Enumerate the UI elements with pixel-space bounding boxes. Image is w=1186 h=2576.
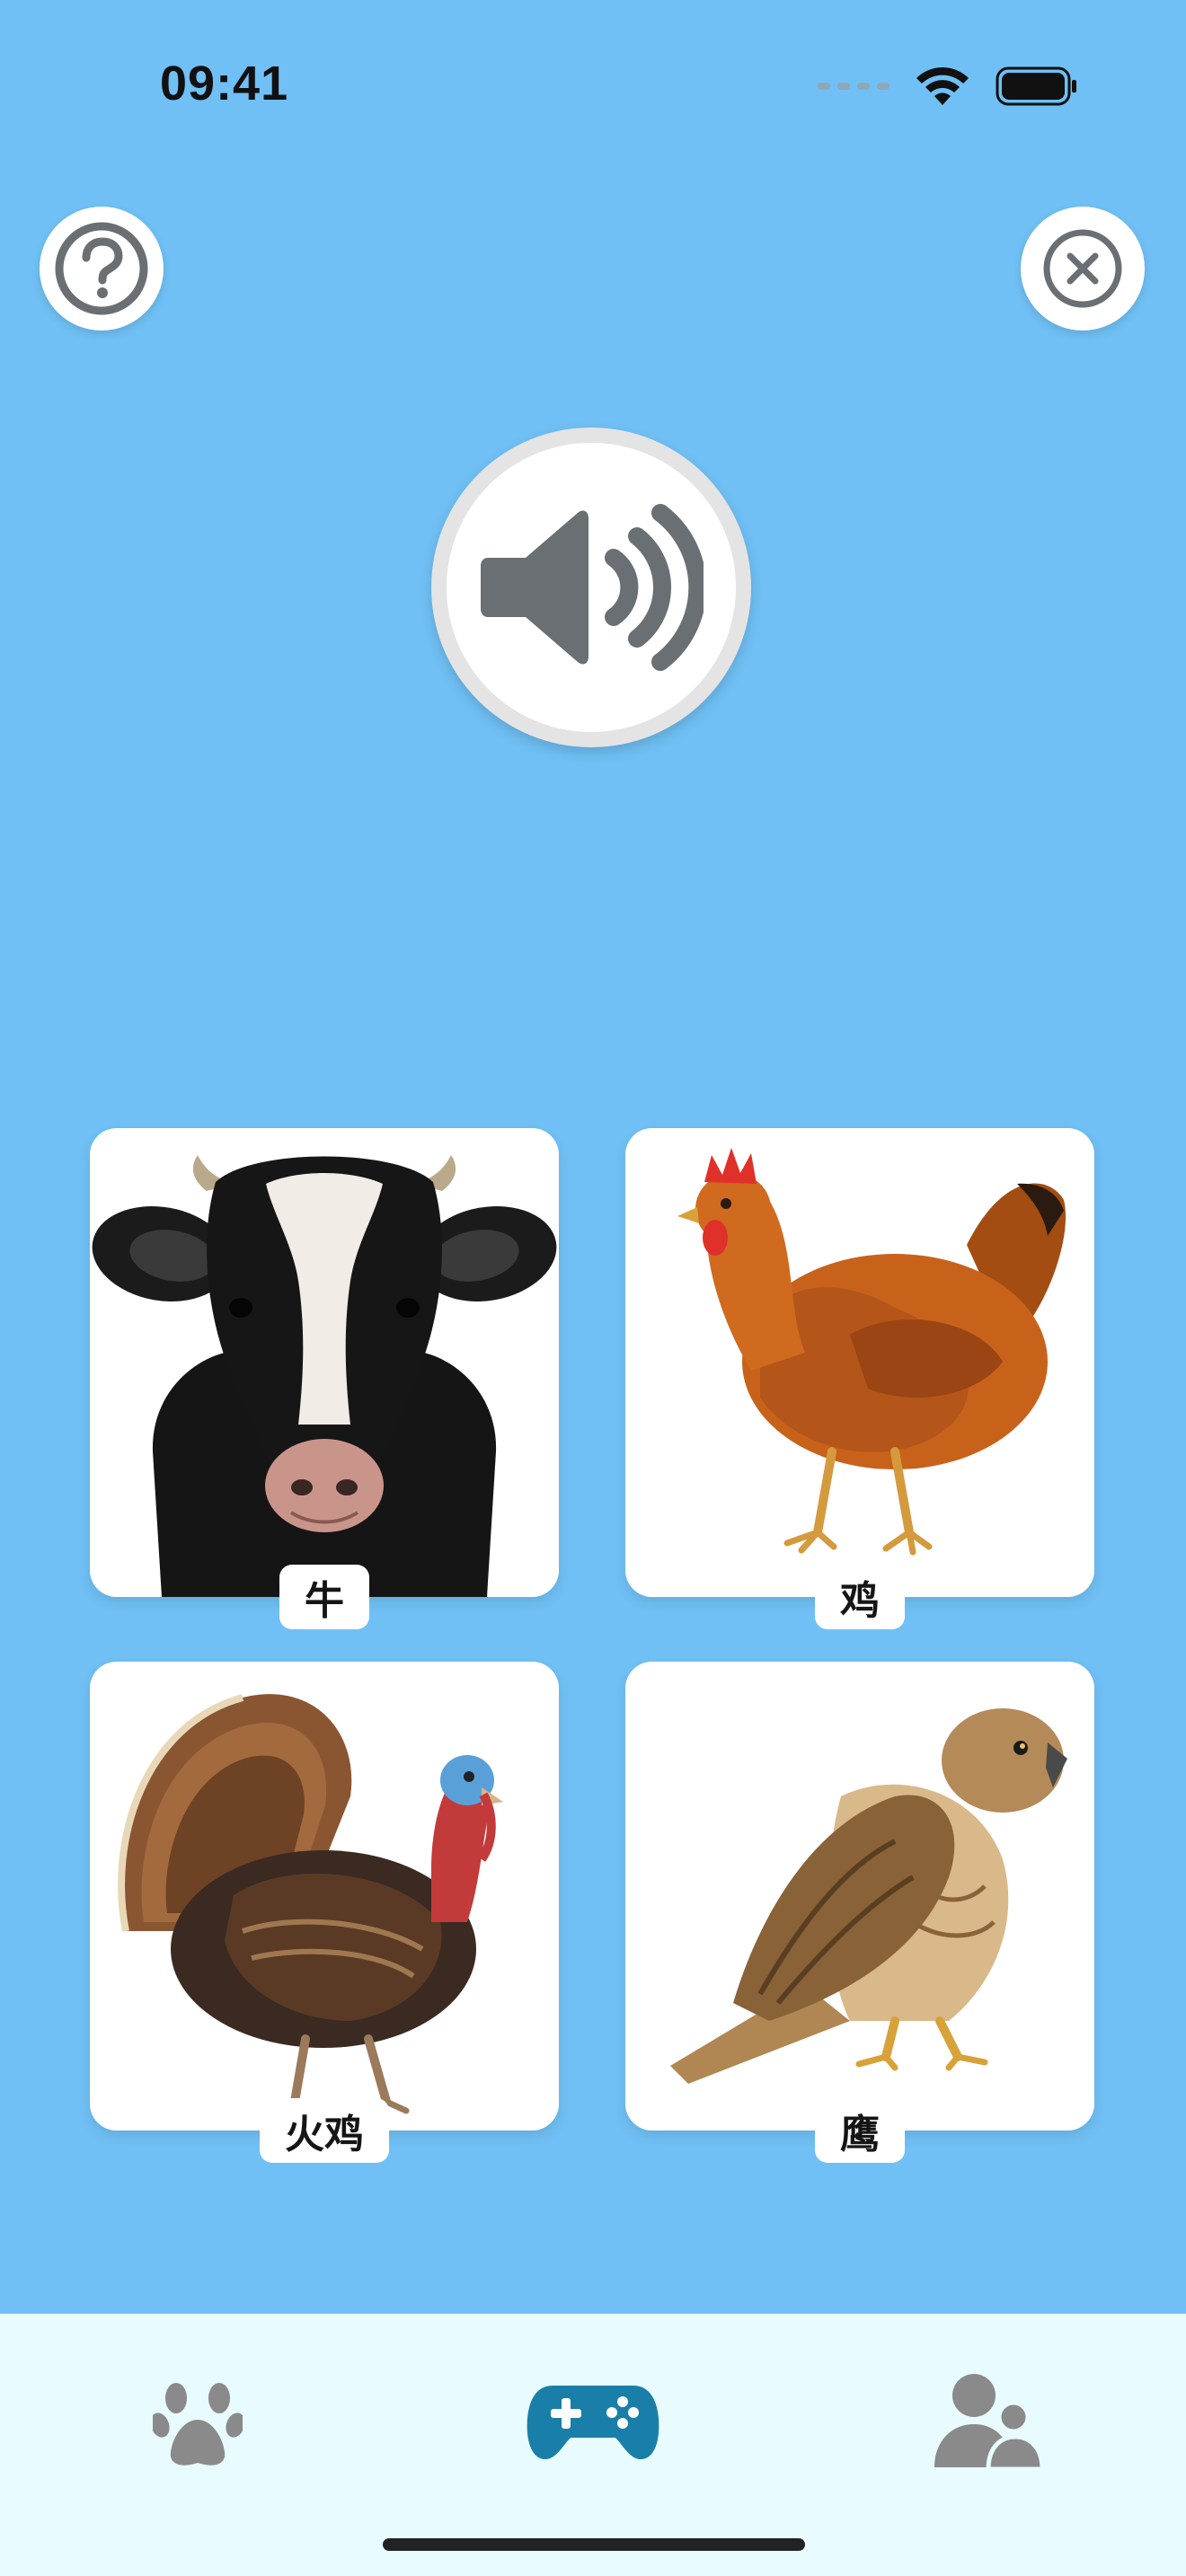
- speaker-volume-icon: [481, 504, 704, 671]
- answer-card-turkey[interactable]: 火鸡: [90, 1662, 559, 2163]
- x-circle-icon: [1043, 229, 1122, 308]
- card-label: 牛: [279, 1565, 369, 1629]
- tab-profile[interactable]: [907, 2359, 1069, 2484]
- question-circle-icon: [55, 222, 148, 315]
- status-time: 09:41: [160, 57, 289, 110]
- cow-image: [90, 1128, 559, 1597]
- tab-bar: [0, 2314, 1186, 2576]
- home-indicator: [383, 2538, 805, 2551]
- card-label: 火鸡: [260, 2098, 389, 2163]
- cellular-signal-icon: [818, 83, 890, 90]
- help-button[interactable]: [40, 207, 164, 331]
- status-bar: 09:41: [0, 0, 1186, 171]
- gamepad-icon: [527, 2386, 659, 2459]
- close-button[interactable]: [1021, 207, 1145, 331]
- tab-animals[interactable]: [117, 2359, 279, 2484]
- play-sound-button[interactable]: [431, 428, 751, 747]
- card-label: 鸡: [815, 1565, 905, 1629]
- answer-card-cow[interactable]: 牛: [90, 1128, 559, 1629]
- battery-icon: [996, 66, 1076, 106]
- paw-icon: [153, 2383, 243, 2466]
- tab-games[interactable]: [512, 2359, 674, 2484]
- users-icon: [934, 2374, 1044, 2471]
- status-indicators: [818, 61, 1078, 111]
- answer-card-hawk[interactable]: 鹰: [625, 1662, 1094, 2163]
- hawk-image: [625, 1662, 1094, 2130]
- chicken-image: [625, 1128, 1094, 1597]
- card-label: 鹰: [815, 2098, 905, 2163]
- play-sound-face: [447, 443, 736, 732]
- turkey-image: [90, 1662, 559, 2130]
- answer-card-chicken[interactable]: 鸡: [625, 1128, 1094, 1629]
- wifi-icon: [916, 66, 969, 105]
